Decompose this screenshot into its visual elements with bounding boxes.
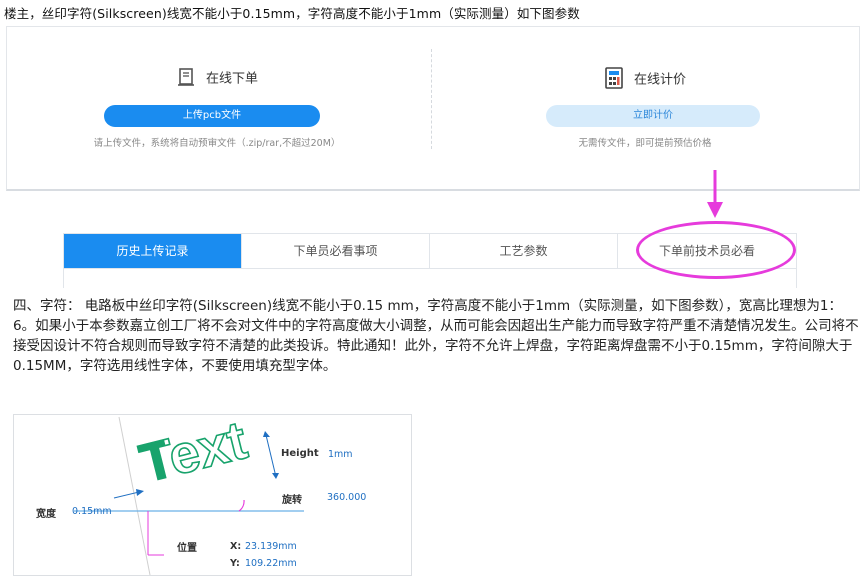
online-order-section: 在线下单 上传pcb文件 请上传文件，系统将自动预审文件（.zip/rar,不超… (7, 27, 427, 177)
x-value: 23.139mm (245, 541, 297, 552)
y-label: Y: (230, 558, 240, 569)
annotation-arrow (707, 170, 723, 218)
tab-order-clerk-notes[interactable]: 下单员必看事项 (242, 234, 430, 268)
x-label: X: (230, 541, 242, 552)
tab-upload-history[interactable]: 历史上传记录 (64, 234, 242, 268)
tab-process-parameters[interactable]: 工艺参数 (430, 234, 618, 268)
online-pricing-section: 在线计价 立即计价 无需传文件，即可提前预估价格 (435, 27, 855, 177)
rotation-value: 360.000 (327, 492, 367, 503)
online-pricing-title: 在线计价 (633, 72, 686, 88)
rotation-label: 旋转 (282, 495, 302, 506)
width-value: 0.15mm (72, 506, 112, 517)
document-icon (176, 67, 196, 91)
upload-pcb-button[interactable]: 上传pcb文件 (104, 105, 320, 127)
width-label: 宽度 (36, 509, 56, 520)
order-panel: 在线下单 上传pcb文件 请上传文件，系统将自动预审文件（.zip/rar,不超… (6, 26, 860, 191)
silkscreen-parameter-figure: Text T Height 1mm 旋转 360.000 宽度 0.15mm 位… (13, 414, 412, 576)
position-label: 位置 (177, 543, 197, 554)
silkscreen-rule-paragraph: 四、字符： 电路板中丝印字符(Silkscreen)线宽不能小于0.15 mm，… (13, 298, 859, 374)
panel-divider (431, 49, 432, 149)
online-order-title: 在线下单 (205, 71, 258, 87)
calculator-icon (604, 67, 624, 93)
height-label: Height (281, 448, 319, 459)
annotation-circle (636, 221, 796, 279)
pricing-hint: 无需传文件，即可提前预估价格 (578, 138, 712, 149)
height-value: 1mm (328, 449, 353, 460)
y-value: 109.22mm (245, 558, 297, 569)
upload-hint: 请上传文件，系统将自动预审文件（.zip/rar,不超过20M） (93, 138, 341, 149)
thread-note: 楼主，丝印字符(Silkscreen)线宽不能小于0.15mm，字符高度不能小于… (4, 6, 580, 21)
instant-quote-button[interactable]: 立即计价 (546, 105, 760, 127)
